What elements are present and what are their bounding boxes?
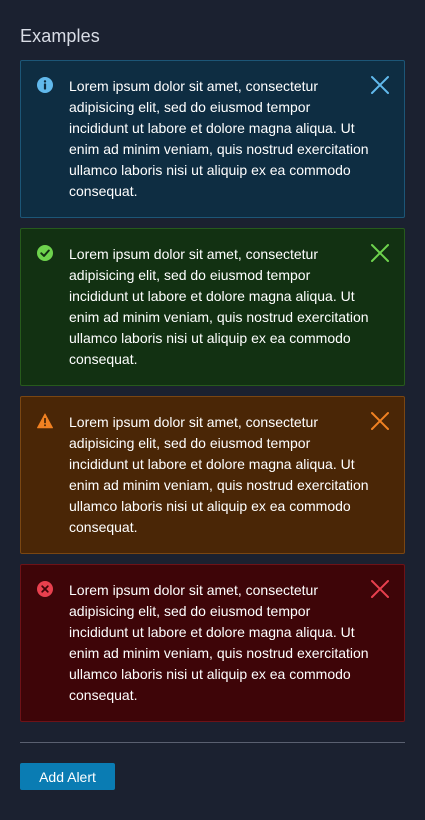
close-button[interactable] [370,411,390,431]
alert-message: Lorem ipsum dolor sit amet, consectetur … [69,246,369,367]
check-circle-icon [37,245,53,261]
section-title: Examples [20,26,100,46]
alert-warning: Lorem ipsum dolor sit amet, consectetur … [20,396,405,554]
alert-success: Lorem ipsum dolor sit amet, consectetur … [20,228,405,386]
warning-triangle-icon [37,413,53,429]
add-alert-button[interactable]: Add Alert [20,763,115,790]
alert-info: Lorem ipsum dolor sit amet, consectetur … [20,60,405,218]
alert-danger: Lorem ipsum dolor sit amet, consectetur … [20,564,405,722]
close-icon [371,580,389,598]
error-circle-icon [37,581,53,597]
alert-message: Lorem ipsum dolor sit amet, consectetur … [69,78,369,199]
close-button[interactable] [370,75,390,95]
close-icon [371,76,389,94]
close-button[interactable] [370,579,390,599]
info-icon [37,77,53,93]
close-icon [371,412,389,430]
alert-message: Lorem ipsum dolor sit amet, consectetur … [69,414,369,535]
divider [20,742,405,743]
close-icon [371,244,389,262]
alert-message: Lorem ipsum dolor sit amet, consectetur … [69,582,369,703]
alerts-page: Examples Lorem ipsum dolor sit amet, con… [0,0,425,820]
close-button[interactable] [370,243,390,263]
